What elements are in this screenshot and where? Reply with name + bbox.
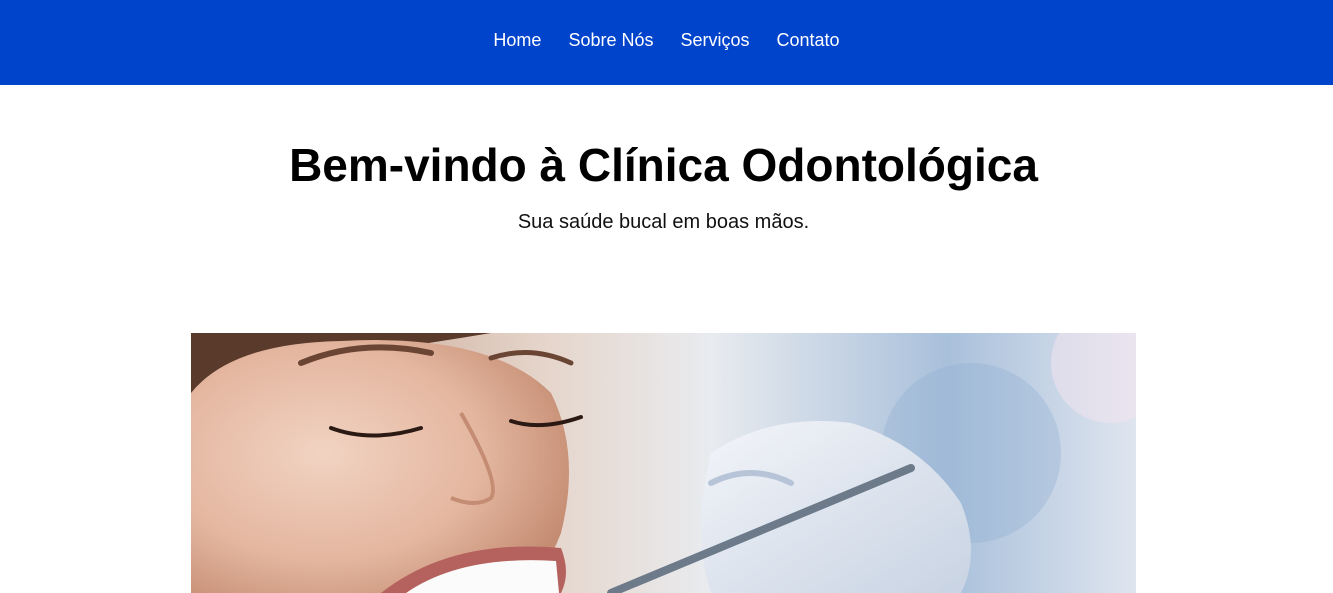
dental-hero-image	[191, 333, 1136, 593]
top-navbar: Home Sobre Nós Serviços Contato	[0, 0, 1333, 85]
nav-link-contato[interactable]: Contato	[777, 29, 840, 51]
page-title: Bem-vindo à Clínica Odontológica	[289, 139, 1038, 191]
nav-link-home[interactable]: Home	[493, 29, 541, 51]
nav-link-servicos[interactable]: Serviços	[680, 29, 749, 51]
page-subtitle: Sua saúde bucal em boas mãos.	[517, 211, 810, 233]
nav-link-sobre-nos[interactable]: Sobre Nós	[568, 29, 653, 51]
hero-section: Bem-vindo à Clínica Odontológica Sua saú…	[0, 85, 1333, 333]
nav-links: Home Sobre Nós Serviços Contato	[0, 29, 1333, 51]
